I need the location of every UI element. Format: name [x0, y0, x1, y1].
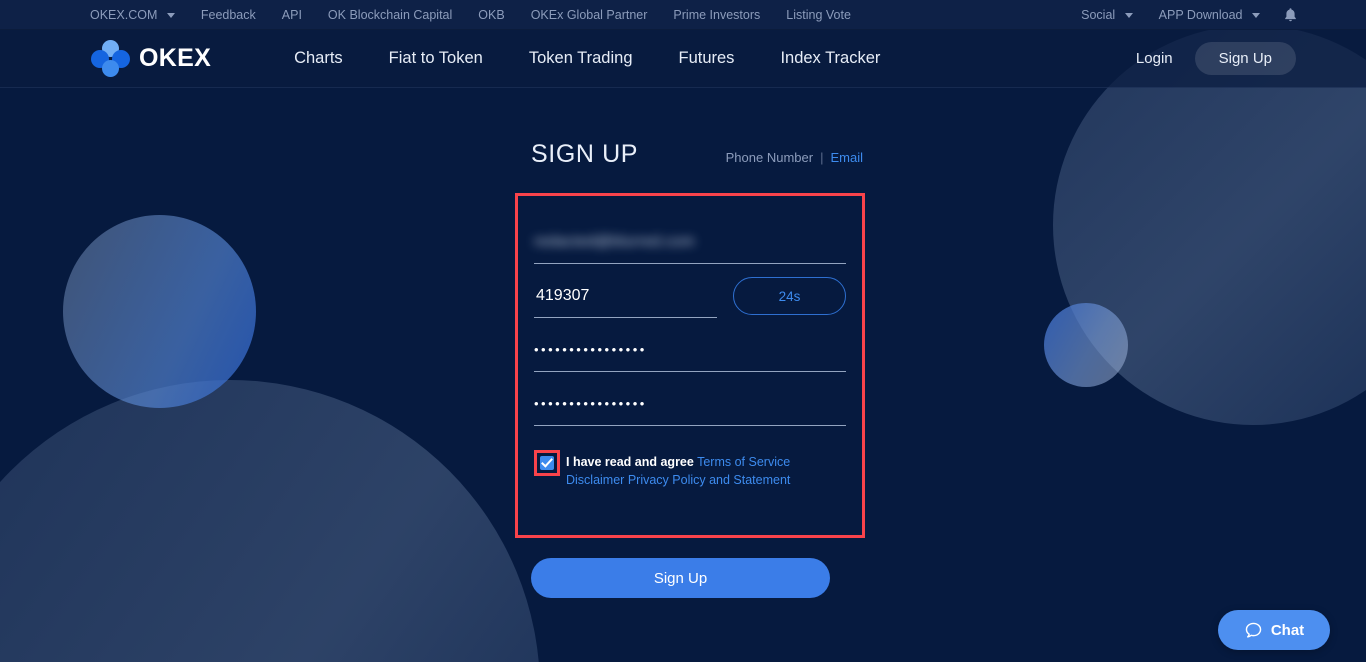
signup-form-highlighted: redacted@blurred.com 24s •••••••••••••••…	[515, 193, 865, 538]
app-download-label: APP Download	[1158, 7, 1243, 22]
okex-logo-icon	[90, 39, 132, 79]
signup-page: OKEX.COM Feedback API OK Blockchain Capi…	[0, 0, 1366, 662]
verification-code-row: 24s	[534, 274, 846, 318]
agreement-checkbox-highlight	[534, 450, 560, 476]
chat-label: Chat	[1270, 621, 1305, 639]
topbar-link-okex-global-partner[interactable]: OKEx Global Partner	[518, 0, 661, 30]
topbar-link-feedback[interactable]: Feedback	[188, 0, 269, 30]
tab-separator: |	[820, 150, 824, 165]
password-masked-value: ••••••••••••••••	[534, 342, 647, 357]
confirm-password-masked-value: ••••••••••••••••	[534, 396, 647, 411]
top-utility-bar: OKEX.COM Feedback API OK Blockchain Capi…	[0, 0, 1366, 30]
nav-link-index-tracker[interactable]: Index Tracker	[757, 49, 903, 68]
chat-widget[interactable]: Chat	[1218, 610, 1330, 650]
verification-code-field[interactable]	[534, 274, 717, 318]
topbar-right-links: Social APP Download	[1068, 0, 1308, 30]
signup-panel: SIGN UP Phone Number | Email redacted@bl…	[515, 140, 865, 538]
email-value-redacted: redacted@blurred.com	[534, 233, 695, 250]
tab-phone-number[interactable]: Phone Number	[726, 150, 813, 165]
decorative-circle-small-right	[1044, 303, 1128, 387]
chat-bubble-icon	[1245, 622, 1262, 638]
agreement-prefix: I have read and agree	[566, 455, 694, 469]
nav-link-futures[interactable]: Futures	[656, 49, 758, 68]
signup-panel-header: SIGN UP Phone Number | Email	[515, 140, 865, 186]
app-download-menu[interactable]: APP Download	[1146, 0, 1273, 30]
chevron-down-icon	[1124, 12, 1133, 18]
decorative-circle-large-left	[0, 380, 540, 662]
agreement-text: I have read and agree Terms of Service D…	[566, 452, 846, 489]
nav-link-token-trading[interactable]: Token Trading	[506, 49, 656, 68]
logo-circle-bottom	[102, 59, 119, 77]
disclaimer-link[interactable]: Disclaimer	[566, 473, 624, 487]
resend-code-countdown-button[interactable]: 24s	[733, 277, 846, 315]
topbar-left-links: OKEX.COM Feedback API OK Blockchain Capi…	[90, 0, 864, 30]
email-field-group: redacted@blurred.com	[534, 220, 846, 264]
social-menu-label: Social	[1081, 7, 1116, 22]
signup-submit-button[interactable]: Sign Up	[531, 558, 830, 598]
main-navigation-bar: OKEX Charts Fiat to Token Token Trading …	[0, 30, 1366, 88]
brand-name: OKEX	[139, 44, 212, 72]
login-button[interactable]: Login	[1128, 50, 1181, 67]
site-selector-label: OKEX.COM	[90, 7, 158, 22]
topbar-link-api[interactable]: API	[269, 0, 315, 30]
agreement-row: I have read and agree Terms of Service D…	[534, 450, 846, 489]
signup-nav-button[interactable]: Sign Up	[1194, 42, 1296, 75]
confirm-password-field[interactable]: ••••••••••••••••	[534, 382, 846, 426]
brand-home-link[interactable]: OKEX	[90, 39, 211, 79]
topbar-link-prime-investors[interactable]: Prime Investors	[660, 0, 773, 30]
privacy-policy-link[interactable]: Privacy Policy and Statement	[628, 473, 791, 487]
site-selector[interactable]: OKEX.COM	[90, 0, 188, 30]
topbar-link-okb[interactable]: OKB	[465, 0, 517, 30]
email-field[interactable]: redacted@blurred.com	[534, 220, 846, 264]
notification-bell-icon[interactable]	[1273, 7, 1308, 23]
chevron-down-icon	[166, 12, 175, 18]
social-menu[interactable]: Social	[1068, 0, 1146, 30]
password-field-group: ••••••••••••••••	[534, 328, 846, 372]
terms-of-service-link[interactable]: Terms of Service	[697, 455, 790, 469]
decorative-circle-small-left	[63, 215, 256, 408]
nav-link-fiat-to-token[interactable]: Fiat to Token	[366, 49, 506, 68]
verification-code-input[interactable]	[534, 286, 717, 305]
nav-link-charts[interactable]: Charts	[271, 49, 366, 68]
chevron-down-icon	[1252, 12, 1260, 18]
signup-method-tabs: Phone Number | Email	[726, 150, 863, 165]
verification-code-group: 24s	[534, 274, 846, 318]
topbar-link-listing-vote[interactable]: Listing Vote	[773, 0, 864, 30]
password-field[interactable]: ••••••••••••••••	[534, 328, 846, 372]
topbar-link-ok-blockchain-capital[interactable]: OK Blockchain Capital	[315, 0, 465, 30]
page-title: SIGN UP	[531, 140, 638, 168]
nav-links: Charts Fiat to Token Token Trading Futur…	[271, 49, 903, 68]
tab-email[interactable]: Email	[830, 150, 863, 165]
agreement-checkbox[interactable]	[540, 456, 554, 470]
nav-account-actions: Login Sign Up	[1128, 42, 1296, 75]
confirm-password-field-group: ••••••••••••••••	[534, 382, 846, 426]
